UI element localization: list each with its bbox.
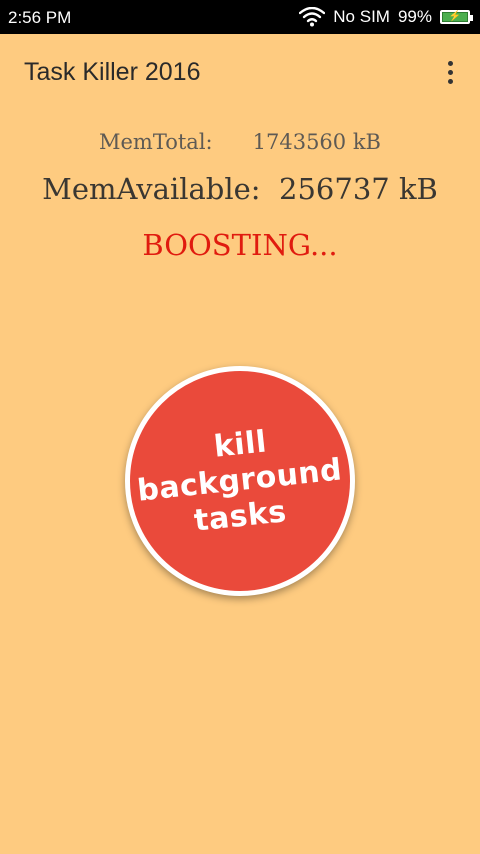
- menu-dot: [447, 69, 453, 75]
- charging-bolt-icon: ⚡: [448, 11, 462, 22]
- app-bar: Task Killer 2016: [0, 34, 480, 110]
- menu-dot: [447, 78, 453, 84]
- mem-total-value: 1743560 kB: [252, 130, 381, 154]
- battery-nub: [470, 15, 473, 21]
- mem-available-row: MemAvailable: 256737 kB: [0, 172, 480, 206]
- mem-available-label: MemAvailable:: [42, 172, 261, 206]
- overflow-menu-icon[interactable]: [438, 56, 462, 88]
- battery-percent: 99%: [397, 7, 432, 26]
- mem-available-value: 256737 kB: [279, 172, 438, 206]
- kill-background-tasks-button[interactable]: kill background tasks: [125, 366, 355, 596]
- wifi-icon: [299, 7, 326, 27]
- app-title: Task Killer 2016: [24, 58, 201, 86]
- menu-dot: [447, 60, 453, 66]
- kill-button-line-1: kill: [211, 424, 269, 465]
- battery-charging-icon: ⚡: [440, 10, 473, 24]
- status-icons: No SIM 99% ⚡: [299, 0, 473, 34]
- mem-total-row: MemTotal: 1743560 kB: [0, 130, 480, 154]
- status-bar: 2:56 PM No SIM 99% ⚡: [0, 0, 480, 34]
- carrier-label: No SIM: [333, 7, 390, 26]
- status-time: 2:56 PM: [8, 8, 72, 27]
- mem-total-label: MemTotal:: [99, 130, 213, 154]
- boost-status-text: BOOSTING...: [142, 228, 338, 262]
